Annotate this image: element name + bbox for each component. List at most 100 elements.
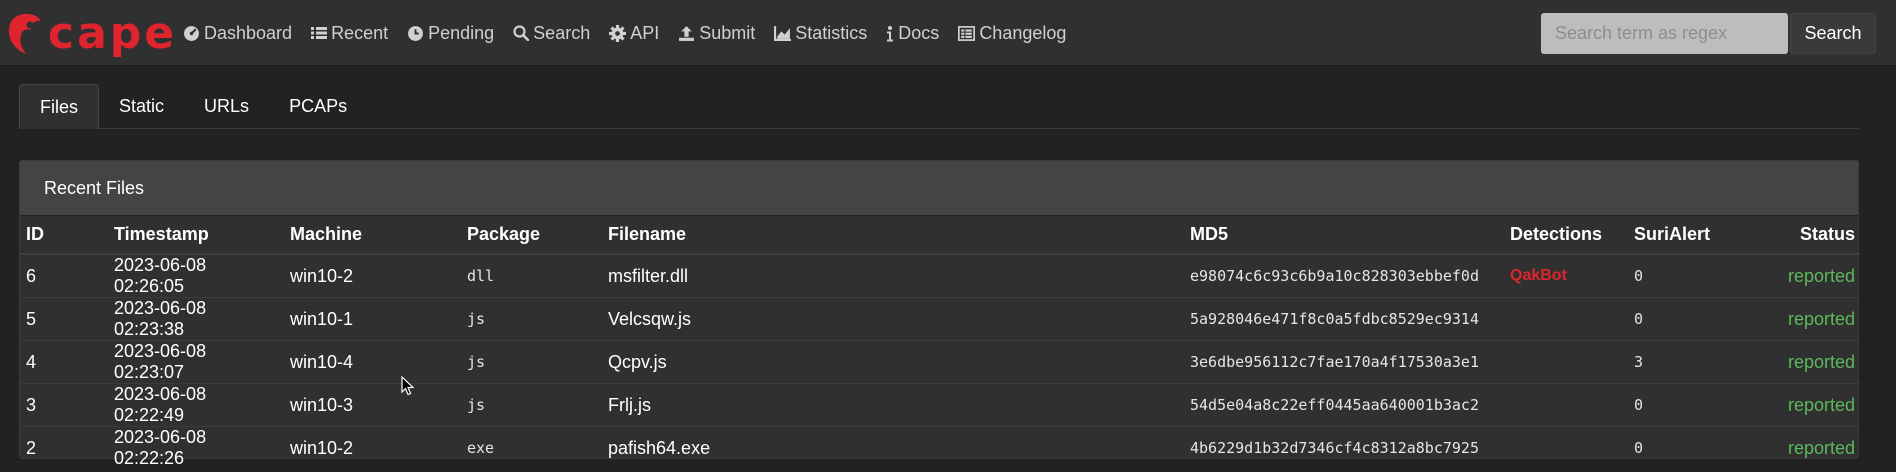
cell-timestamp: 2023-06-08 02:26:05 [108,253,284,298]
cell-id[interactable]: 6 [20,253,108,298]
cell-surialert: 0 [1628,383,1763,427]
cell-detection [1504,426,1628,469]
table-row[interactable]: 5 2023-06-08 02:23:38 win10-1 js Velcsqw… [20,297,1860,341]
upload-icon [679,25,695,41]
table-header-row: ID Timestamp Machine Package Filename MD… [20,216,1860,255]
nav-label: API [630,22,660,43]
search-icon [513,25,530,41]
cell-machine: win10-2 [284,426,461,469]
nav-pending[interactable]: Pending [407,23,494,44]
table-row[interactable]: 6 2023-06-08 02:26:05 win10-2 dll msfilt… [20,253,1860,298]
column-header-status[interactable]: Status [1763,216,1860,255]
cell-machine: win10-1 [284,297,461,341]
cell-package: exe [461,426,602,469]
cell-md5: 3e6dbe956112c7fae170a4f17530a3e1 [1184,340,1504,384]
cell-id[interactable]: 5 [20,297,108,341]
nav-label: Changelog [979,22,1067,43]
cell-timestamp: 2023-06-08 02:23:07 [108,340,284,384]
nav-docs[interactable]: Docs [886,23,939,44]
column-header-timestamp[interactable]: Timestamp [108,216,284,255]
top-navbar: cape Dashboard Recent Pending Search API… [0,0,1896,66]
column-header-md5[interactable]: MD5 [1184,216,1504,255]
changelog-icon [958,25,976,41]
search-input[interactable] [1541,13,1788,54]
cape-logo-icon [8,14,41,54]
nav-recent[interactable]: Recent [311,23,388,44]
recent-files-table: ID Timestamp Machine Package Filename MD… [20,216,1860,469]
cell-package: js [461,383,602,427]
column-header-filename[interactable]: Filename [602,216,1184,255]
cell-filename[interactable]: Velcsqw.js [602,297,1184,341]
nav-submit[interactable]: Submit [678,23,755,44]
list-icon [311,27,328,39]
cell-machine: win10-3 [284,383,461,427]
cell-md5: 4b6229d1b32d7346cf4c8312a8bc7925 [1184,426,1504,469]
cell-status: reported [1763,383,1860,427]
cell-timestamp: 2023-06-08 02:22:26 [108,426,284,469]
table-row[interactable]: 4 2023-06-08 02:23:07 win10-4 js Qcpv.js… [20,340,1860,384]
nav-label: Docs [898,22,940,43]
tab-files[interactable]: Files [19,84,100,129]
search-button[interactable]: Search [1790,13,1876,54]
recent-files-panel: Recent Files ID Timestamp Machine Packag… [19,160,1860,469]
column-header-package[interactable]: Package [461,216,602,255]
cell-filename[interactable]: pafish64.exe [602,426,1184,469]
cell-package: js [461,340,602,384]
tab-urls[interactable]: URLs [184,84,269,129]
cell-detection [1504,383,1628,427]
table-row[interactable]: 2 2023-06-08 02:22:26 win10-2 exe pafish… [20,426,1860,469]
cell-detection [1504,340,1628,384]
nav-label: Statistics [795,22,868,43]
gear-icon [609,24,627,42]
cell-id[interactable]: 3 [20,383,108,427]
cell-detection [1504,297,1628,341]
cell-status: reported [1763,253,1860,298]
cell-timestamp: 2023-06-08 02:23:38 [108,297,284,341]
info-icon [887,25,894,41]
mouse-cursor-icon [401,376,415,396]
column-header-id[interactable]: ID [20,216,108,255]
cell-status: reported [1763,426,1860,469]
tab-static[interactable]: Static [99,84,184,129]
cell-status: reported [1763,297,1860,341]
cell-package: js [461,297,602,341]
nav-label: Search [533,22,591,43]
cell-id[interactable]: 4 [20,340,108,384]
cell-package: dll [461,253,602,298]
cell-md5: e98074c6c93c6b9a10c828303ebbef0d [1184,253,1504,298]
cell-surialert: 3 [1628,340,1763,384]
nav-label: Submit [699,22,756,43]
nav-changelog[interactable]: Changelog [958,23,1066,44]
clock-icon [408,25,424,41]
cell-surialert: 0 [1628,253,1763,298]
cell-timestamp: 2023-06-08 02:22:49 [108,383,284,427]
cell-machine: win10-2 [284,253,461,298]
nav-label: Dashboard [204,22,293,43]
main-nav: Dashboard Recent Pending Search API Subm… [183,0,1085,66]
cell-surialert: 0 [1628,297,1763,341]
cell-md5: 54d5e04a8c22eff0445aa640001b3ac2 [1184,383,1504,427]
table-row[interactable]: 3 2023-06-08 02:22:49 win10-3 js Frlj.js… [20,383,1860,427]
nav-label: Recent [331,22,389,43]
cell-status: reported [1763,340,1860,384]
brand-logo[interactable]: cape [8,12,177,56]
nav-dashboard[interactable]: Dashboard [183,23,292,44]
nav-search[interactable]: Search [513,23,590,44]
cell-id[interactable]: 2 [20,426,108,469]
column-header-surialert[interactable]: SuriAlert [1628,216,1763,255]
cell-filename[interactable]: Qcpv.js [602,340,1184,384]
nav-api[interactable]: API [609,23,659,44]
column-header-detections[interactable]: Detections [1504,216,1628,255]
nav-statistics[interactable]: Statistics [774,23,867,44]
tab-bar: Files Static URLs PCAPs [19,84,1859,129]
cell-surialert: 0 [1628,426,1763,469]
cell-detection: QakBot [1504,253,1628,298]
chart-icon [774,25,792,41]
tab-pcaps[interactable]: PCAPs [269,84,367,129]
nav-label: Pending [428,22,495,43]
cell-filename[interactable]: msfilter.dll [602,253,1184,298]
cell-machine: win10-4 [284,340,461,384]
cell-md5: 5a928046e471f8c0a5fdbc8529ec9314 [1184,297,1504,341]
cell-filename[interactable]: Frlj.js [602,383,1184,427]
column-header-machine[interactable]: Machine [284,216,461,255]
